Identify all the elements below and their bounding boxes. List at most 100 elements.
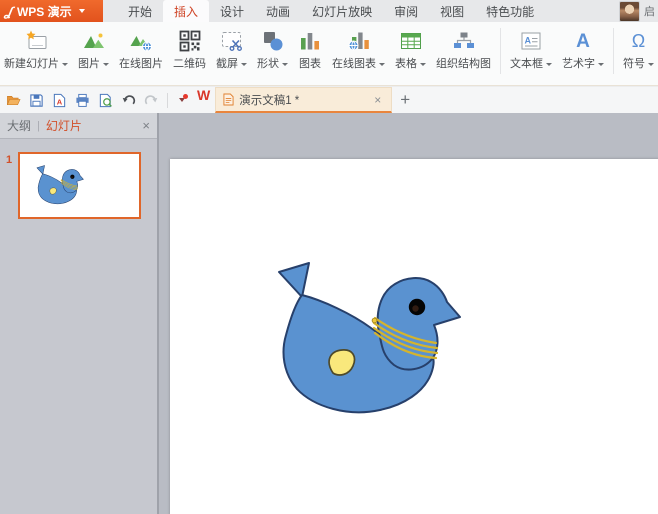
dropdown-caret-icon	[420, 62, 426, 66]
ribbon-item-textbox[interactable]: A 文本框	[509, 26, 553, 72]
tab-review[interactable]: 审阅	[383, 0, 429, 22]
user-name-label: 启	[644, 6, 655, 18]
slide-page[interactable]	[170, 159, 658, 514]
ribbon-item-symbol[interactable]: Ω 符号	[622, 26, 655, 72]
ribbon-item-label: 符号	[623, 58, 645, 70]
tab-slideshow[interactable]: 幻灯片放映	[301, 0, 383, 22]
document-tab[interactable]: 演示文稿1 * ×	[215, 87, 393, 113]
textbox-icon: A	[519, 26, 543, 56]
ribbon-item-label: 表格	[395, 58, 417, 70]
save-icon[interactable]	[28, 92, 45, 109]
ribbon-item-new-slide[interactable]: 新建幻灯片	[3, 26, 69, 72]
dropdown-caret-icon	[598, 62, 604, 66]
slides-panel: 大纲 | 幻灯片 × 1	[0, 113, 157, 514]
user-avatar[interactable]	[619, 0, 640, 22]
app-menu-button[interactable]: ʆ WPS 演示	[0, 0, 103, 22]
svg-text:A: A	[57, 97, 63, 106]
table-icon	[399, 26, 423, 56]
editing-canvas	[159, 113, 658, 514]
ribbon-tab-strip: 开始 插入 设计 动画 幻灯片放映 审阅 视图 特色功能	[117, 0, 545, 22]
symbol-icon: Ω	[631, 31, 646, 51]
ribbon-item-table[interactable]: 表格	[394, 26, 427, 72]
ribbon-item-label: 图片	[78, 58, 100, 70]
ribbon-insert: 新建幻灯片 图片 在线图片 二维码 截屏 形状 图表 在线图表 表格 组织结构图…	[0, 22, 658, 86]
ribbon-item-wordart[interactable]: A 艺术字	[561, 26, 605, 72]
title-bar: ʆ WPS 演示 开始 插入 设计 动画 幻灯片放映 审阅 视图 特色功能 启	[0, 0, 658, 22]
dropdown-caret-icon	[241, 62, 247, 66]
tab-special-features[interactable]: 特色功能	[475, 0, 545, 22]
dropdown-caret-icon	[546, 62, 552, 66]
dropdown-caret-icon	[103, 62, 109, 66]
export-pdf-icon[interactable]: A	[51, 92, 68, 109]
ribbon-item-online-picture[interactable]: 在线图片	[118, 26, 164, 72]
online-chart-icon	[347, 26, 371, 56]
ribbon-item-label: 文本框	[510, 58, 543, 70]
online-picture-icon	[129, 26, 153, 56]
tab-view[interactable]: 视图	[429, 0, 475, 22]
slides-tab[interactable]: 幻灯片	[46, 117, 82, 134]
notification-dot	[183, 93, 188, 99]
ribbon-item-label: 形状	[257, 58, 279, 70]
undo-icon[interactable]	[120, 92, 137, 109]
slide-thumbnail-row: 1	[0, 152, 157, 219]
dropdown-caret-icon	[62, 62, 68, 66]
toolbar-separator	[167, 92, 168, 108]
ribbon-item-label: 图表	[299, 58, 321, 70]
document-tab-close-icon[interactable]: ×	[372, 93, 383, 107]
wps-logo-icon: ʆ	[4, 3, 15, 19]
dropdown-caret-icon	[379, 62, 385, 66]
presentation-doc-icon	[223, 93, 234, 106]
print-icon[interactable]	[74, 92, 91, 109]
tab-home[interactable]: 开始	[117, 0, 163, 22]
ribbon-item-screenshot[interactable]: 截屏	[215, 26, 248, 72]
ribbon-item-qrcode[interactable]: 二维码	[172, 26, 207, 72]
ribbon-item-label: 新建幻灯片	[4, 58, 59, 70]
ribbon-item-label: 在线图片	[119, 58, 163, 70]
dropdown-caret-icon	[648, 62, 654, 66]
ribbon-item-label: 截屏	[216, 58, 238, 70]
ribbon-item-label: 艺术字	[562, 58, 595, 70]
slide-thumbnail[interactable]	[18, 152, 141, 219]
ribbon-item-online-chart[interactable]: 在线图表	[331, 26, 386, 72]
redo-icon[interactable]	[143, 92, 160, 109]
picture-icon	[82, 26, 106, 56]
qrcode-icon	[178, 26, 202, 56]
customize-toolbar-dropdown[interactable]	[175, 92, 188, 109]
open-file-icon[interactable]	[5, 92, 22, 109]
ribbon-item-chart[interactable]: 图表	[297, 26, 323, 72]
svg-text:A: A	[525, 36, 532, 46]
tab-divider: |	[37, 119, 40, 132]
bird-shape-group[interactable]	[258, 256, 468, 422]
wordart-icon: A	[576, 30, 590, 52]
chevron-down-icon	[178, 98, 185, 102]
panel-close-icon[interactable]: ×	[142, 118, 150, 133]
ribbon-item-label: 二维码	[173, 58, 206, 70]
ribbon-group-separator	[500, 28, 501, 74]
new-document-tab-button[interactable]: +	[392, 87, 418, 113]
app-name: WPS 演示	[16, 4, 72, 19]
new-slide-icon	[23, 26, 49, 56]
ribbon-group-separator	[613, 28, 614, 74]
slide-number: 1	[5, 154, 13, 166]
thumbnail-bird-drawing	[36, 165, 84, 205]
dropdown-caret-icon	[282, 62, 288, 66]
quick-toolbar-row: A W 演示文稿1 * × +	[0, 86, 658, 113]
ribbon-item-label: 组织结构图	[436, 58, 491, 70]
ribbon-item-shapes[interactable]: 形状	[256, 26, 289, 72]
shapes-icon	[261, 26, 285, 56]
tab-animation[interactable]: 动画	[255, 0, 301, 22]
tab-design[interactable]: 设计	[209, 0, 255, 22]
orgchart-icon	[452, 26, 476, 56]
wps-w-logo[interactable]: W	[192, 87, 215, 113]
ribbon-item-orgchart[interactable]: 组织结构图	[435, 26, 492, 72]
screenshot-icon	[220, 26, 244, 56]
ribbon-item-picture[interactable]: 图片	[77, 26, 110, 72]
outline-tab[interactable]: 大纲	[7, 117, 31, 134]
print-preview-icon[interactable]	[97, 92, 114, 109]
tab-insert[interactable]: 插入	[163, 0, 210, 22]
chart-icon	[298, 26, 322, 56]
app-menu-caret-icon	[78, 9, 85, 13]
document-tab-title: 演示文稿1 *	[239, 94, 300, 107]
slides-panel-header: 大纲 | 幻灯片 ×	[0, 113, 157, 139]
ribbon-item-label: 在线图表	[332, 58, 376, 70]
